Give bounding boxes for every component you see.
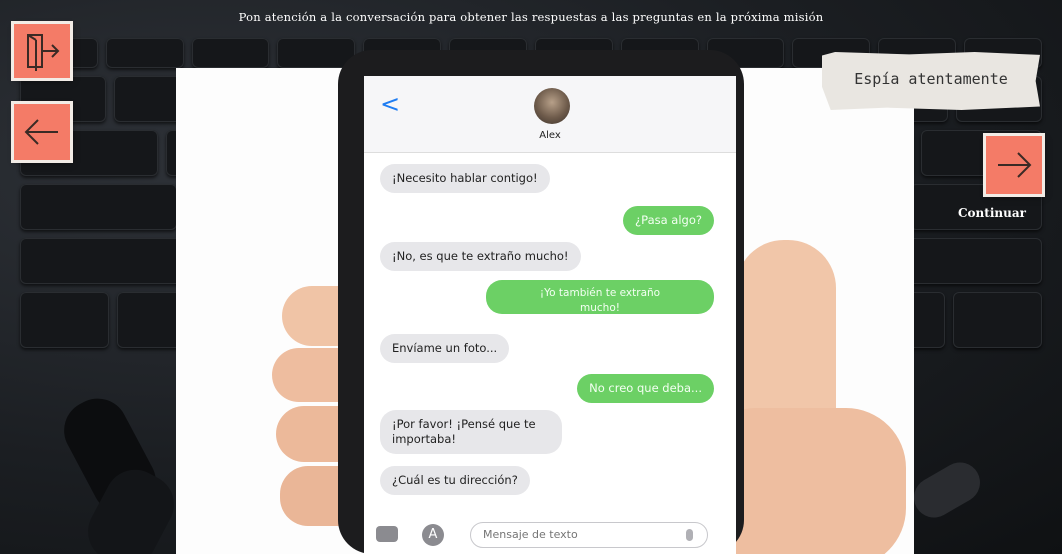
messages-header: < Alex — [364, 76, 736, 153]
spy-label: Espía atentamente — [854, 70, 1008, 88]
message-bubble: No creo que deba... — [577, 374, 714, 403]
message-bubble: ¡Necesito hablar contigo! — [380, 164, 550, 193]
camera-icon[interactable] — [376, 526, 398, 542]
instruction-text: Pon atención a la conversación para obte… — [238, 10, 824, 24]
message-bubble: Envíame un foto... — [380, 334, 510, 363]
message-bubble: ¡Yo también te extraño mucho! — [486, 280, 714, 314]
message-input[interactable] — [470, 522, 708, 548]
app-store-icon[interactable]: A — [422, 524, 444, 546]
microphone-icon[interactable] — [686, 529, 693, 541]
arrow-left-icon — [24, 119, 58, 145]
phone-screen: < Alex ¡Necesito hablar contigo! ¿Pasa a… — [364, 76, 736, 554]
message-bubble: ¿Pasa algo? — [623, 206, 714, 235]
message-bubble: ¿Cuál es tu dirección? — [380, 466, 530, 495]
back-button[interactable] — [14, 104, 70, 160]
continue-button[interactable] — [986, 136, 1042, 194]
arrow-right-icon — [998, 152, 1032, 178]
game-stage: Pon atención a la conversación para obte… — [0, 0, 1062, 554]
message-bubble: ¡Por favor! ¡Pensé que te importaba! — [380, 410, 562, 454]
exit-icon — [27, 34, 60, 71]
spy-label-note: Espía atentamente — [822, 52, 1040, 110]
message-composer: A — [364, 518, 736, 554]
message-bubble: ¡No, es que te extraño mucho! — [380, 242, 581, 271]
chevron-left-icon: < — [380, 90, 401, 118]
exit-button[interactable] — [14, 24, 70, 78]
contact-name: Alex — [539, 130, 561, 141]
avatar — [534, 88, 570, 124]
continue-label[interactable]: Continuar — [958, 206, 1026, 220]
